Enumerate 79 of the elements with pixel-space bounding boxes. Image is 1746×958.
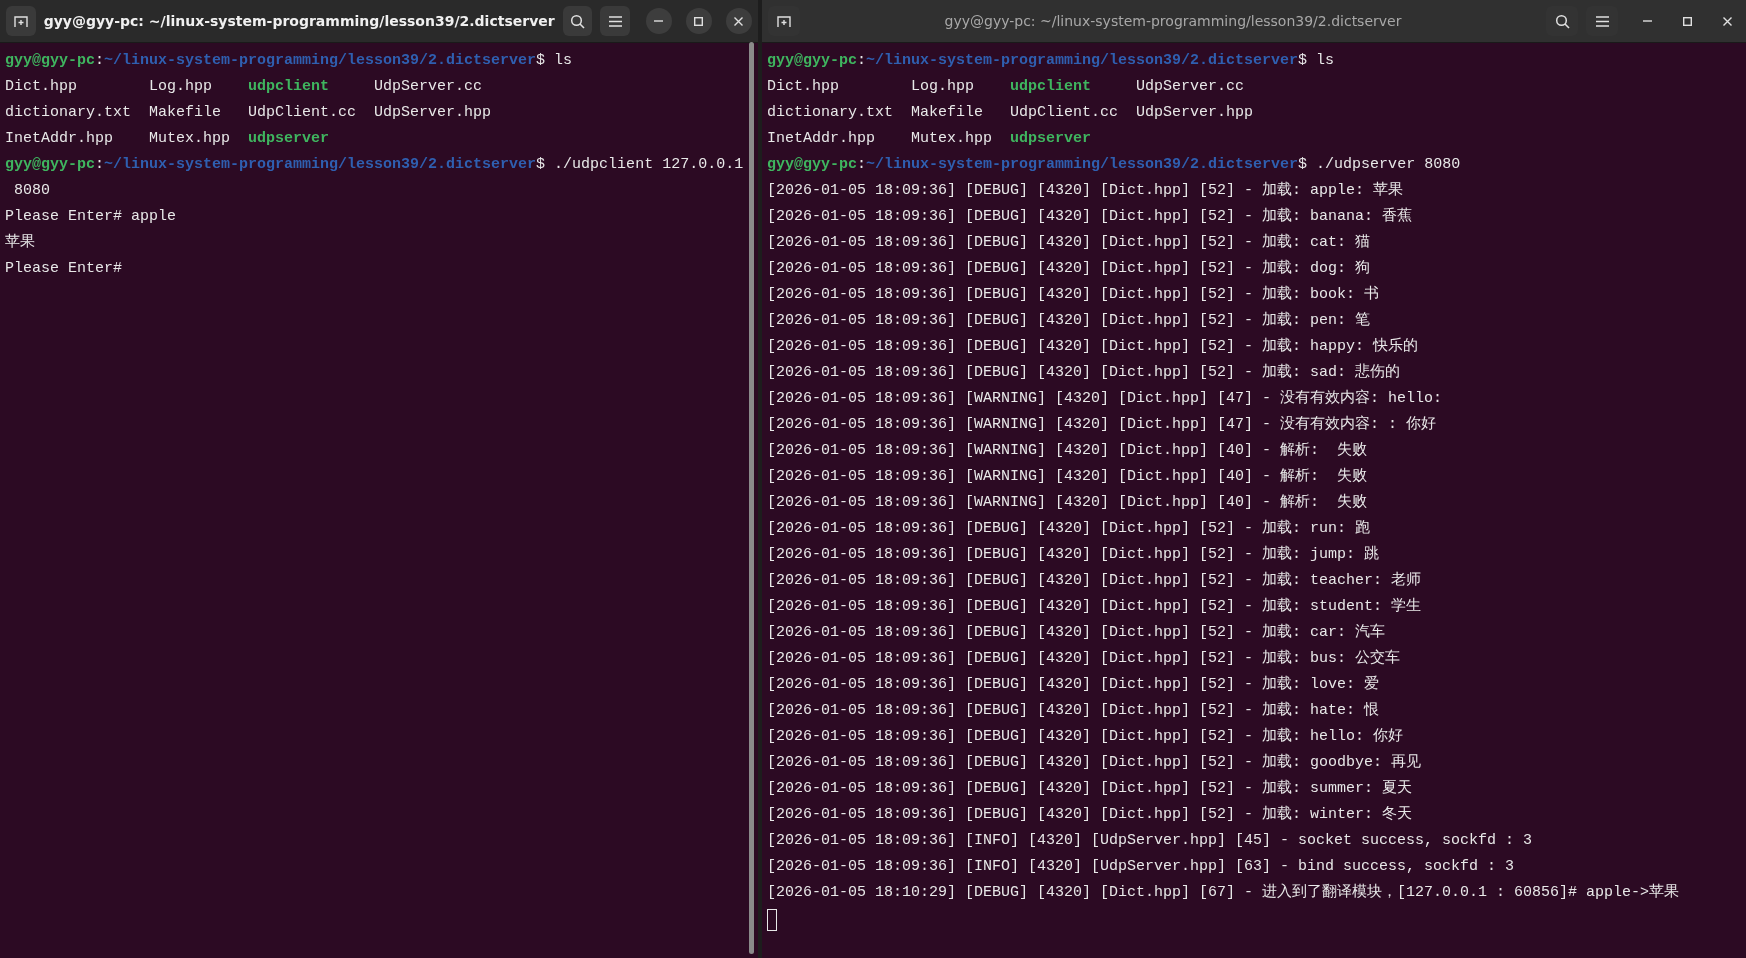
output-line: [2026-01-05 18:09:36] [DEBUG] [4320] [Dict.hpp] [52] - 加载: dog: 狗 bbox=[767, 258, 1371, 279]
file-name: UdpServer.hpp bbox=[1136, 103, 1254, 123]
output-line: [2026-01-05 18:09:36] [WARNING] [4320] [Dict.hpp] [40] - 解析: 失败 bbox=[767, 492, 1368, 513]
output-line: [2026-01-05 18:09:36] [DEBUG] [4320] [Dict.hpp] [52] - 加载: teacher: 老师 bbox=[767, 570, 1422, 591]
file-name: UdpServer.cc bbox=[374, 77, 483, 97]
search-button[interactable] bbox=[562, 6, 593, 36]
search-icon bbox=[570, 13, 585, 29]
file-name: InetAddr.hpp bbox=[767, 129, 876, 149]
menu-button[interactable] bbox=[600, 6, 630, 36]
file-name: UdpServer.hpp bbox=[374, 103, 492, 123]
output-line: 8080 bbox=[13, 181, 50, 201]
output-line: 苹果 bbox=[5, 232, 35, 253]
output-line: [2026-01-05 18:09:36] [DEBUG] [4320] [Dict.hpp] [52] - 加载: winter: 冬天 bbox=[767, 804, 1413, 825]
window-title: gyy@gyy-pc: ~/linux-system-programming/lesson39/2.dictserver bbox=[43, 13, 555, 29]
file-name: Dict.hpp bbox=[5, 77, 77, 97]
output-line: Please Enter# bbox=[5, 259, 123, 279]
output-line: [2026-01-05 18:09:36] [DEBUG] [4320] [Dict.hpp] [52] - 加载: car: 汽车 bbox=[767, 622, 1386, 643]
window-title: gyy@gyy-pc: ~/linux-system-programming/lesson39/2.dictserver bbox=[943, 13, 1403, 29]
file-name: udpserver bbox=[1010, 129, 1092, 149]
output-line: [2026-01-05 18:09:36] [INFO] [4320] [UdpServer.hpp] [63] - bind success, sockfd : 3 bbox=[767, 857, 1515, 877]
minimize-icon bbox=[654, 20, 664, 22]
output-line: [2026-01-05 18:09:36] [DEBUG] [4320] [Dict.hpp] [52] - 加载: happy: 快乐的 bbox=[767, 336, 1419, 357]
maximize-icon bbox=[694, 16, 704, 26]
file-name: Mutex.hpp bbox=[149, 129, 231, 149]
file-name: UdpClient.cc bbox=[1010, 103, 1119, 123]
minimize-icon bbox=[1642, 20, 1652, 22]
output-line: [2026-01-05 18:09:36] [DEBUG] [4320] [Dict.hpp] [52] - 加载: pen: 笔 bbox=[767, 310, 1371, 331]
file-name: dictionary.txt bbox=[767, 103, 894, 123]
file-name: udpclient bbox=[1010, 77, 1092, 97]
file-name: Log.hpp bbox=[149, 77, 213, 97]
output-line: [2026-01-05 18:09:36] [WARNING] [4320] [Dict.hpp] [40] - 解析: 失败 bbox=[767, 466, 1368, 487]
file-name: UdpClient.cc bbox=[248, 103, 357, 123]
output-line: [2026-01-05 18:09:36] [DEBUG] [4320] [Dict.hpp] [52] - 加载: hate: 恨 bbox=[767, 700, 1380, 721]
output-line: [2026-01-05 18:09:36] [DEBUG] [4320] [Dict.hpp] [52] - 加载: hello: 你好 bbox=[767, 726, 1404, 747]
file-name: udpclient bbox=[248, 77, 330, 97]
output-line: [2026-01-05 18:09:36] [DEBUG] [4320] [Dict.hpp] [52] - 加载: bus: 公交车 bbox=[767, 648, 1401, 669]
output-line: [2026-01-05 18:09:36] [DEBUG] [4320] [Dict.hpp] [52] - 加载: banana: 香蕉 bbox=[767, 206, 1413, 227]
output-line: [2026-01-05 18:09:36] [DEBUG] [4320] [Dict.hpp] [52] - 加载: summer: 夏天 bbox=[767, 778, 1413, 799]
output-line: [2026-01-05 18:09:36] [DEBUG] [4320] [Dict.hpp] [52] - 加载: jump: 跳 bbox=[767, 544, 1380, 565]
file-name: Makefile bbox=[149, 103, 222, 123]
maximize-button[interactable] bbox=[686, 8, 712, 34]
output-line: [2026-01-05 18:09:36] [DEBUG] [4320] [Dict.hpp] [52] - 加载: run: 跑 bbox=[767, 518, 1371, 539]
close-icon bbox=[1722, 16, 1732, 26]
file-name: Mutex.hpp bbox=[911, 129, 993, 149]
close-icon bbox=[734, 16, 744, 26]
output-line: [2026-01-05 18:09:36] [DEBUG] [4320] [Dict.hpp] [52] - 加载: sad: 悲伤的 bbox=[767, 362, 1401, 383]
output-line: [2026-01-05 18:09:36] [INFO] [4320] [UdpServer.hpp] [45] - socket success, sockfd : 3 bbox=[767, 831, 1533, 851]
output-line: [2026-01-05 18:09:36] [DEBUG] [4320] [Dict.hpp] [52] - 加载: student: 学生 bbox=[767, 596, 1422, 617]
file-name: InetAddr.hpp bbox=[5, 129, 114, 149]
output-line: [2026-01-05 18:09:36] [WARNING] [4320] [Dict.hpp] [47] - 没有有效内容: hello: bbox=[767, 388, 1443, 409]
output-line: [2026-01-05 18:09:36] [DEBUG] [4320] [Dict.hpp] [52] - 加载: apple: 苹果 bbox=[767, 180, 1404, 201]
search-icon bbox=[1554, 13, 1570, 29]
file-name: Dict.hpp bbox=[767, 77, 839, 97]
output-line: [2026-01-05 18:09:36] [DEBUG] [4320] [Dict.hpp] [52] - 加载: goodbye: 再见 bbox=[767, 752, 1422, 773]
output-line: [2026-01-05 18:09:36] [WARNING] [4320] [Dict.hpp] [47] - 没有有效内容: : 你好 bbox=[767, 414, 1437, 435]
prompt-line: gyy@gyy-pc:~/linux-system-programming/lesson39/2.dictserver$ ls bbox=[767, 51, 1335, 71]
prompt-line: gyy@gyy-pc:~/linux-system-programming/lesson39/2.dictserver$ ls bbox=[5, 51, 573, 71]
minimize-button[interactable] bbox=[646, 8, 672, 34]
prompt-line: gyy@gyy-pc:~/linux-system-programming/lesson39/2.dictserver$ ./udpserver 8080 bbox=[767, 155, 1461, 175]
file-name: udpserver bbox=[248, 129, 330, 149]
file-name: dictionary.txt bbox=[5, 103, 132, 123]
output-line: [2026-01-05 18:09:36] [WARNING] [4320] [Dict.hpp] [40] - 解析: 失败 bbox=[767, 440, 1368, 461]
new-tab-icon bbox=[13, 14, 28, 28]
menu-icon bbox=[1595, 15, 1609, 27]
output-line: [2026-01-05 18:09:36] [DEBUG] [4320] [Dict.hpp] [52] - 加载: cat: 猫 bbox=[767, 232, 1371, 253]
prompt-line: gyy@gyy-pc:~/linux-system-programming/lesson39/2.dictserver$ ./udpclient 127.0.0.1 bbox=[5, 155, 744, 175]
output-line: [2026-01-05 18:09:36] [DEBUG] [4320] [Dict.hpp] [52] - 加载: book: 书 bbox=[767, 284, 1380, 305]
new-tab-icon bbox=[777, 14, 791, 28]
maximize-icon bbox=[1682, 16, 1692, 26]
file-name: UdpServer.cc bbox=[1136, 77, 1245, 97]
new-tab-button[interactable] bbox=[6, 6, 36, 36]
scrollbar[interactable] bbox=[749, 42, 754, 954]
output-line: [2026-01-05 18:10:29] [DEBUG] [4320] [Dict.hpp] [67] - 进入到了翻译模块，[127.0.0.1 : 60856]# apple->苹果 bbox=[767, 882, 1680, 903]
output-line: Please Enter# apple bbox=[5, 207, 177, 227]
close-button[interactable] bbox=[726, 8, 752, 34]
file-name: Log.hpp bbox=[911, 77, 975, 97]
output-line: [2026-01-05 18:09:36] [DEBUG] [4320] [Dict.hpp] [52] - 加载: love: 爱 bbox=[767, 674, 1380, 695]
file-name: Makefile bbox=[911, 103, 984, 123]
menu-icon bbox=[608, 15, 622, 27]
